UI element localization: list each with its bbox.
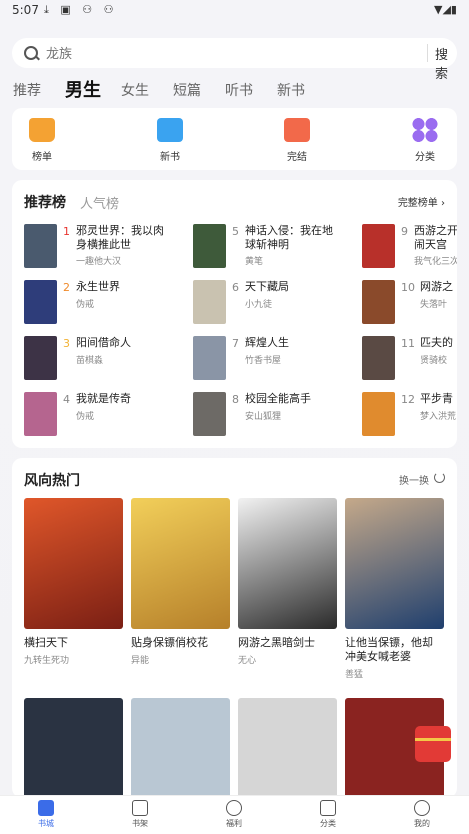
refresh-icon[interactable] (434, 472, 445, 483)
red-envelope-icon[interactable] (415, 726, 451, 762)
new-book-icon (157, 118, 183, 142)
hot-trend-card: 风向热门 换一换 横扫天下 九转生死功 贴身保镖俏校花 异能 网游之黑暗剑士 无… (12, 458, 457, 808)
quick-links-card: 榜单 新书 完结 分类 (12, 108, 457, 170)
book-cover (24, 224, 57, 268)
bottom-nav: 书城 书架 福利 分类 我的 (0, 795, 469, 834)
profile-icon (414, 800, 430, 816)
book-cover (131, 498, 230, 629)
search-input[interactable] (44, 43, 418, 65)
rank-item[interactable]: 6 天下藏局 小九徒 (193, 280, 353, 326)
rank-item[interactable]: 9 西游之开 闹天宫 我气化三次 (362, 224, 457, 270)
rank-item[interactable]: 7 辉煌人生 竹香书屋 (193, 336, 353, 382)
signal-battery-icons: ▼◢▮ (434, 3, 457, 16)
notification-icons: ⤓ ▣ ⚇ ⚇ (44, 3, 118, 16)
refresh-button[interactable]: 换一换 (399, 472, 429, 487)
hot-book[interactable]: 让他当保镖，他却 冲美女喊老婆 善猛 (345, 498, 444, 680)
rank-item[interactable]: 3 阳间借命人 苗棋淼 (24, 336, 184, 382)
nav-welfare[interactable]: 福利 (204, 800, 264, 829)
full-rank-link[interactable]: 完整榜单 › (398, 194, 445, 209)
tab-audio[interactable]: 听书 (225, 80, 253, 100)
trophy-icon (29, 118, 55, 142)
rank-title[interactable]: 推荐榜 (24, 192, 66, 212)
category-icon (320, 800, 336, 816)
bookstore-icon (38, 800, 54, 816)
tab-female[interactable]: 女生 (121, 80, 149, 100)
book-cover (345, 498, 444, 629)
nav-bookstore[interactable]: 书城 (16, 800, 76, 829)
tab-recommend[interactable]: 推荐 (13, 80, 41, 100)
rank-item[interactable]: 1 邪灵世界：我以肉 身横推此世 一趣他大汉 (24, 224, 184, 270)
book-cover (24, 280, 57, 324)
book-cover (193, 336, 226, 380)
bookshelf-icon (132, 800, 148, 816)
book-cover (24, 498, 123, 629)
search-bar[interactable]: 搜索 (12, 38, 457, 82)
category-icon (412, 118, 438, 142)
popularity-rank-tab[interactable]: 人气榜 (80, 193, 119, 212)
tab-short[interactable]: 短篇 (173, 80, 201, 100)
finished-icon (284, 118, 310, 142)
status-time: 5:07 (12, 3, 39, 17)
tab-male[interactable]: 男生 (65, 76, 101, 102)
hot-book[interactable]: 横扫天下 九转生死功 (24, 498, 123, 666)
quick-link-finished[interactable]: 完结 (267, 118, 327, 163)
rank-item[interactable]: 10 网游之 失落叶 (362, 280, 457, 326)
hot-book[interactable]: 贴身保镖俏校花 异能 (131, 498, 230, 666)
book-cover (362, 336, 395, 380)
search-icon (24, 46, 38, 60)
rank-item[interactable]: 4 我就是传奇 伪戒 (24, 392, 184, 438)
quick-link-ranking[interactable]: 榜单 (12, 118, 72, 163)
book-cover (238, 498, 337, 629)
book-cover[interactable] (238, 698, 337, 808)
rank-item[interactable]: 12 平步青 梦入洪荒 (362, 392, 457, 438)
book-cover (24, 392, 57, 436)
search-divider (427, 44, 428, 62)
hot-book[interactable]: 网游之黑暗剑士 无心 (238, 498, 337, 666)
book-cover (362, 280, 395, 324)
book-cover (362, 224, 395, 268)
book-cover[interactable] (24, 698, 123, 808)
search-button[interactable]: 搜索 (435, 44, 457, 82)
rank-item[interactable]: 5 神话入侵：我在地 球斩神明 黄笔 (193, 224, 353, 270)
book-cover (193, 280, 226, 324)
nav-bookshelf[interactable]: 书架 (110, 800, 170, 829)
nav-profile[interactable]: 我的 (392, 800, 452, 829)
rank-item[interactable]: 2 永生世界 伪戒 (24, 280, 184, 326)
welfare-icon (226, 800, 242, 816)
recommend-rank-card: 推荐榜 人气榜 完整榜单 › 1 邪灵世界：我以肉 身横推此世 一趣他大汉 2 … (12, 180, 457, 448)
rank-item[interactable]: 8 校园全能高手 安山狐狸 (193, 392, 353, 438)
book-cover[interactable] (131, 698, 230, 808)
book-cover (362, 392, 395, 436)
rank-item[interactable]: 11 匹夫的 贤骑校 (362, 336, 457, 382)
status-bar: 5:07 ⤓ ▣ ⚇ ⚇ ▼◢▮ (0, 0, 469, 22)
quick-link-new[interactable]: 新书 (140, 118, 200, 163)
hot-title: 风向热门 (24, 473, 80, 489)
tab-new[interactable]: 新书 (277, 80, 305, 100)
quick-link-category[interactable]: 分类 (395, 118, 455, 163)
book-cover (24, 336, 57, 380)
book-cover (193, 224, 226, 268)
nav-category[interactable]: 分类 (298, 800, 358, 829)
book-cover (193, 392, 226, 436)
